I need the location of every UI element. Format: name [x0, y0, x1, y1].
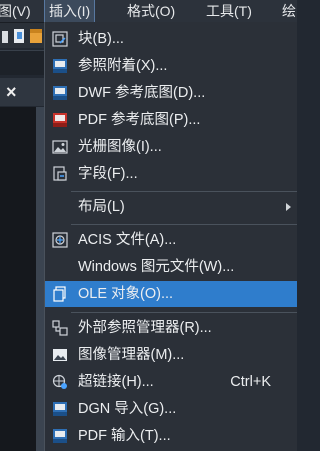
menu-item-windows-metafile[interactable]: Windows 图元文件(W)... [45, 254, 297, 280]
close-icon[interactable]: × [6, 83, 17, 101]
insert-menu-dropdown: 块(B)... 参照附着(X)... DWF 参考底图(D)... PDF 参考… [44, 22, 297, 451]
menu-item-label: Windows 图元文件(W)... [78, 259, 235, 275]
menu-insert[interactable]: 插入(I) [43, 0, 96, 23]
menu-separator [71, 191, 297, 192]
menu-bar: 图(V) 插入(I) 格式(O) 工具(T) 绘 [0, 0, 297, 23]
xref-manager-icon [52, 320, 68, 336]
dgn-import-icon [53, 402, 67, 416]
menu-item-label: DGN 导入(G)... [78, 401, 177, 417]
menu-item-acis-file[interactable]: ACIS 文件(A)... [45, 227, 297, 253]
menu-view[interactable]: 图(V) [0, 0, 35, 22]
hyperlink-icon [52, 374, 67, 389]
menu-item-label: ACIS 文件(A)... [78, 232, 177, 248]
menu-item-block[interactable]: 块(B)... [45, 26, 297, 52]
menu-item-label: 参照附着(X)... [78, 58, 168, 74]
menu-item-label: 块(B)... [78, 31, 124, 47]
menu-item-label: 光栅图像(I)... [78, 139, 162, 155]
pdf-import-icon [53, 429, 67, 443]
dwg-attach-icon [53, 59, 67, 73]
toolbar-icons[interactable] [0, 23, 44, 48]
menu-item-label: PDF 输入(T)... [78, 428, 171, 444]
menu-item-xref-attach[interactable]: 参照附着(X)... [45, 53, 297, 79]
raster-image-icon [52, 140, 68, 154]
menu-item-layout[interactable]: 布局(L) [45, 194, 297, 220]
menu-separator [71, 224, 297, 225]
toolbar [0, 23, 44, 48]
block-icon [52, 31, 68, 47]
menu-item-label: OLE 对象(O)... [78, 286, 174, 302]
menu-draw[interactable]: 绘 [278, 0, 300, 22]
menu-item-hyperlink[interactable]: 超链接(H)... Ctrl+K [45, 369, 297, 395]
menu-item-label: 布局(L) [78, 199, 125, 215]
menu-item-image-manager[interactable]: 图像管理器(M)... [45, 342, 297, 368]
menu-item-dwf-underlay[interactable]: DWF 参考底图(D)... [45, 80, 297, 106]
command-bar [0, 50, 44, 75]
menu-item-label: PDF 参考底图(P)... [78, 112, 201, 128]
acis-file-icon [52, 232, 68, 248]
menu-item-pdf-import[interactable]: PDF 输入(T)... [45, 423, 297, 449]
menu-item-label: 字段(F)... [78, 166, 138, 182]
menu-item-field[interactable]: 字段(F)... [45, 161, 297, 187]
menu-item-label: DWF 参考底图(D)... [78, 85, 206, 101]
ole-object-icon [53, 286, 66, 302]
menu-item-raster-image[interactable]: 光栅图像(I)... [45, 134, 297, 160]
menu-item-label: 图像管理器(M)... [78, 347, 185, 363]
canvas-scrollbar[interactable] [36, 107, 44, 451]
menu-item-label: 外部参照管理器(R)... [78, 320, 212, 336]
menu-format[interactable]: 格式(O) [123, 0, 179, 22]
submenu-arrow-icon [286, 203, 291, 211]
menu-item-dgn-import[interactable]: DGN 导入(G)... [45, 396, 297, 422]
pdf-underlay-icon [53, 113, 67, 127]
menu-item-pdf-underlay[interactable]: PDF 参考底图(P)... [45, 107, 297, 133]
menu-item-label: 超链接(H)... [78, 374, 154, 390]
menu-tools[interactable]: 工具(T) [202, 0, 256, 22]
menu-item-ole-object[interactable]: OLE 对象(O)... [45, 281, 297, 307]
menu-item-xref-manager[interactable]: 外部参照管理器(R)... [45, 315, 297, 341]
image-manager-icon [53, 349, 67, 361]
field-icon [53, 166, 67, 181]
menu-separator [71, 312, 297, 313]
shortcut-label: Ctrl+K [230, 374, 271, 390]
dwf-underlay-icon [53, 86, 67, 100]
